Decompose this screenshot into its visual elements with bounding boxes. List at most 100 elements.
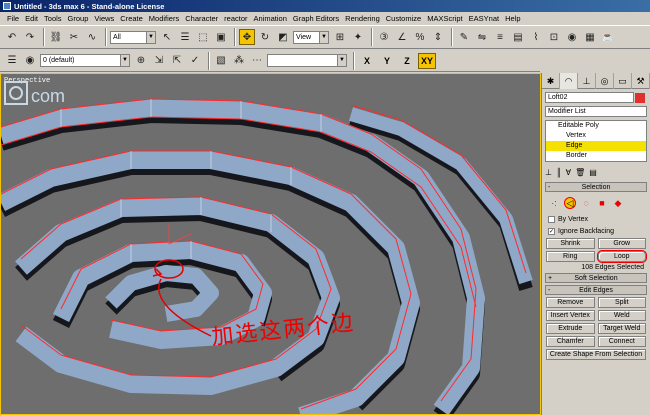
named-selection-sets-dropdown[interactable]: ▼ [267, 54, 347, 67]
menu-maxscript[interactable]: MAXScript [424, 14, 465, 23]
loop-button[interactable]: Loop [596, 250, 647, 263]
configure-sets-icon[interactable]: ▤ [589, 168, 597, 177]
modify-tab-icon[interactable]: ◠ [560, 73, 578, 89]
spacing-tool-icon[interactable]: ⋯ [249, 53, 265, 69]
add-to-layer-icon[interactable]: ⇲ [151, 53, 167, 69]
menu-easynat[interactable]: EASYnat [466, 14, 502, 23]
quick-render-icon[interactable]: ☕ [600, 29, 616, 45]
ring-button[interactable]: Ring [546, 251, 595, 262]
insert-vertex-button[interactable]: Insert Vertex [546, 310, 595, 321]
menu-views[interactable]: Views [91, 14, 117, 23]
perspective-viewport[interactable]: Perspective 加选这两个边 com [0, 73, 541, 415]
named-selection-icon[interactable]: ✎ [456, 29, 472, 45]
spinner-snap-icon[interactable]: ⇕ [430, 29, 446, 45]
stack-item-edge[interactable]: Edge [546, 141, 646, 151]
create-tab-icon[interactable]: ✱ [542, 73, 560, 89]
selection-rollout[interactable]: - Selection [545, 182, 647, 192]
remove-button[interactable]: Remove [546, 297, 595, 308]
by-vertex-checkbox[interactable]: By Vertex [548, 214, 644, 224]
create-shape-button[interactable]: Create Shape From Selection [546, 349, 646, 360]
edit-edges-rollout[interactable]: - Edit Edges [545, 285, 647, 295]
axis-xy-button[interactable]: XY [418, 52, 436, 69]
motion-tab-icon[interactable]: ◎ [596, 73, 614, 89]
grow-button[interactable]: Grow [597, 238, 646, 249]
stack-item-editable-poly[interactable]: Editable Poly [546, 121, 646, 131]
box-icon[interactable]: ▧ [213, 53, 229, 69]
stack-item-vertex[interactable]: Vertex [546, 131, 646, 141]
object-color-swatch[interactable] [635, 93, 645, 103]
undo-icon[interactable]: ↶ [4, 29, 20, 45]
weld-button[interactable]: Weld [597, 310, 646, 321]
menu-edit[interactable]: Edit [22, 14, 41, 23]
shrink-button[interactable]: Shrink [546, 238, 595, 249]
remove-modifier-icon[interactable]: 🗑 [575, 168, 585, 177]
layers-icon[interactable]: ☰ [4, 53, 20, 69]
vertex-mode-icon[interactable]: ·: [548, 197, 560, 209]
axis-y-button[interactable]: Y [378, 53, 396, 69]
pin-stack-icon[interactable]: ⊥ [545, 168, 552, 177]
menu-reactor[interactable]: reactor [221, 14, 250, 23]
layer-dropdown[interactable]: 0 (default) ▼ [40, 54, 130, 67]
menu-tools[interactable]: Tools [41, 14, 65, 23]
display-tab-icon[interactable]: ▭ [614, 73, 632, 89]
render-scene-icon[interactable]: ▦ [582, 29, 598, 45]
menu-character[interactable]: Character [182, 14, 221, 23]
axis-z-button[interactable]: Z [398, 53, 416, 69]
ignore-backfacing-checkbox[interactable]: ✓ Ignore Backfacing [548, 226, 644, 236]
menu-help[interactable]: Help [502, 14, 523, 23]
curve-editor-icon[interactable]: ⌇ [528, 29, 544, 45]
material-editor-icon[interactable]: ◉ [564, 29, 580, 45]
menu-customize[interactable]: Customize [383, 14, 424, 23]
select-object-icon[interactable]: ↖ [159, 29, 175, 45]
set-current-layer-icon[interactable]: ✓ [187, 53, 203, 69]
select-move-icon[interactable]: ✥ [239, 29, 255, 45]
select-by-name-icon[interactable]: ☰ [177, 29, 193, 45]
stack-item-border[interactable]: Border [546, 151, 646, 161]
menu-modifiers[interactable]: Modifiers [146, 14, 182, 23]
menu-create[interactable]: Create [117, 14, 146, 23]
redo-icon[interactable]: ↷ [22, 29, 38, 45]
extrude-button[interactable]: Extrude [546, 323, 595, 334]
hierarchy-tab-icon[interactable]: ⊥ [578, 73, 596, 89]
align-icon[interactable]: ≡ [492, 29, 508, 45]
select-in-layer-icon[interactable]: ⇱ [169, 53, 185, 69]
unlink-icon[interactable]: ✂ [66, 29, 82, 45]
border-mode-icon[interactable]: ◌ [580, 197, 592, 209]
menu-animation[interactable]: Animation [251, 14, 290, 23]
element-mode-icon[interactable]: ◆ [612, 197, 624, 209]
soft-selection-rollout[interactable]: + Soft Selection [545, 273, 647, 283]
menu-file[interactable]: File [4, 14, 22, 23]
make-unique-icon[interactable]: ∀ [566, 168, 571, 177]
array-icon[interactable]: ⁂ [231, 53, 247, 69]
visibility-eye-icon[interactable]: ◉ [22, 53, 38, 69]
select-scale-icon[interactable]: ◩ [275, 29, 291, 45]
pivot-center-icon[interactable]: ⊞ [332, 29, 348, 45]
rectangular-selection-icon[interactable]: ⬚ [195, 29, 211, 45]
mirror-icon[interactable]: ⇋ [474, 29, 490, 45]
selection-filter-dropdown[interactable]: All ▼ [110, 30, 156, 44]
show-end-result-icon[interactable]: ║ [556, 168, 562, 177]
angle-snap-icon[interactable]: ∠ [394, 29, 410, 45]
split-button[interactable]: Split [597, 297, 646, 308]
bind-space-warp-icon[interactable]: ∿ [84, 29, 100, 45]
percent-snap-icon[interactable]: % [412, 29, 428, 45]
menu-group[interactable]: Group [65, 14, 92, 23]
window-crossing-icon[interactable]: ▣ [213, 29, 229, 45]
menu-graph-editors[interactable]: Graph Editors [290, 14, 342, 23]
chamfer-button[interactable]: Chamfer [546, 336, 595, 347]
polygon-mode-icon[interactable]: ■ [596, 197, 608, 209]
link-icon[interactable]: ⛓ [48, 29, 64, 45]
axis-x-button[interactable]: X [358, 53, 376, 69]
target-weld-button[interactable]: Target Weld [597, 323, 646, 334]
create-layer-icon[interactable]: ⊕ [133, 53, 149, 69]
utilities-tab-icon[interactable]: ⚒ [632, 73, 650, 89]
object-name-field[interactable]: Loft02 [545, 92, 645, 103]
modifier-list-dropdown[interactable]: Modifier List [545, 106, 647, 117]
layer-manager-icon[interactable]: ▤ [510, 29, 526, 45]
reference-coordinate-dropdown[interactable]: View ▼ [293, 30, 329, 44]
connect-button[interactable]: Connect [597, 336, 646, 347]
select-rotate-icon[interactable]: ↻ [257, 29, 273, 45]
menu-rendering[interactable]: Rendering [342, 14, 383, 23]
edge-mode-icon[interactable]: ◁ [564, 197, 576, 209]
snap-toggle-icon[interactable]: ③ [376, 29, 392, 45]
